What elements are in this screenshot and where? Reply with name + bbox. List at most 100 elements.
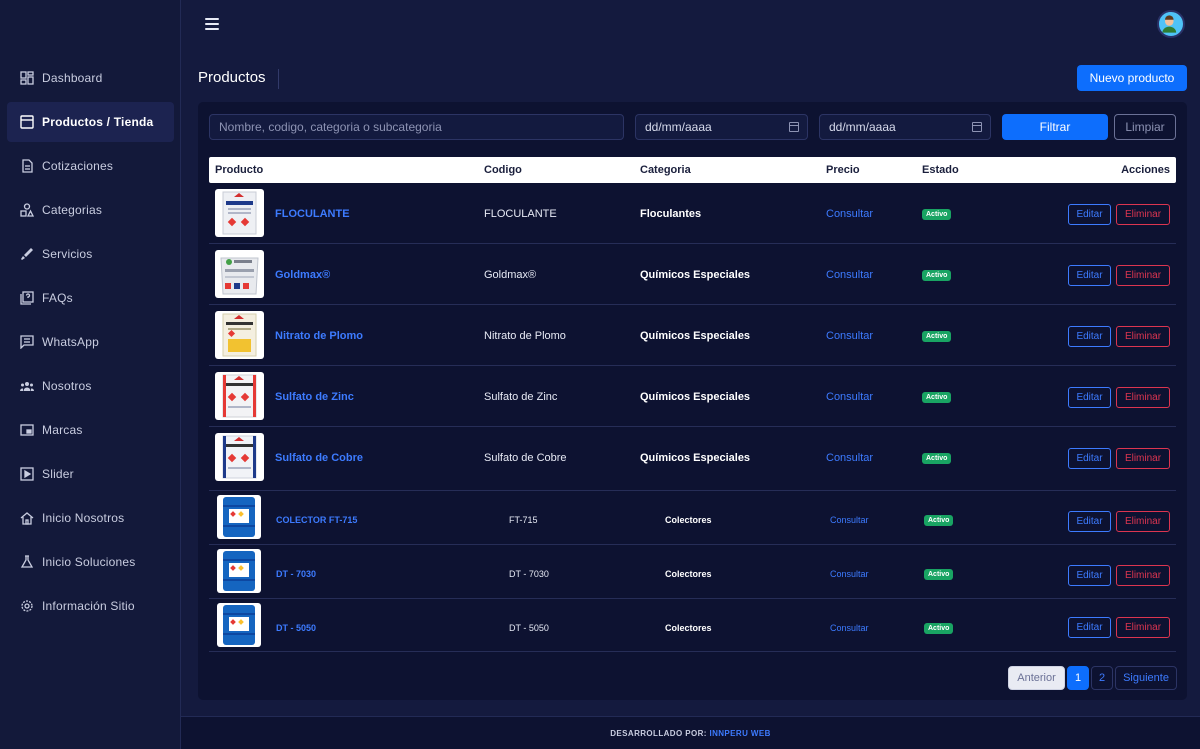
product-price-link[interactable]: Consultar [826,452,873,464]
date-to-field[interactable]: dd/mm/aaaa [819,114,991,140]
delete-button[interactable]: Eliminar [1116,617,1170,638]
table-row: Sulfato de Cobre Sulfato de Cobre Químic… [209,427,1176,491]
sidebar-item-inicio-nosotros[interactable]: Inicio Nosotros [7,498,174,538]
sidebar-item-inicio-soluciones[interactable]: Inicio Soluciones [7,542,174,582]
document-icon [19,158,35,174]
shapes-icon [19,202,35,218]
product-price-link[interactable]: Consultar [826,208,873,220]
status-badge: Activo [922,270,952,281]
product-name-link[interactable]: COLECTOR FT-715 [276,515,357,525]
product-thumbnail[interactable] [215,311,264,359]
product-thumbnail[interactable] [217,549,261,593]
sidebar-item-marcas[interactable]: Marcas [7,410,174,450]
dashboard-icon [19,70,35,86]
store-icon [19,114,35,130]
table-header: Producto Codigo Categoria Precio Estado … [209,157,1176,183]
sidebar-item-informacion-sitio[interactable]: Información Sitio [7,586,174,626]
edit-button[interactable]: Editar [1068,565,1111,586]
table-row: COLECTOR FT-715 FT-715 Colectores Consul… [209,491,1176,545]
product-price-link[interactable]: Consultar [830,515,869,525]
delete-button[interactable]: Eliminar [1116,326,1170,347]
sidebar-item-productos[interactable]: Productos / Tienda [7,102,174,142]
status-badge: Activo [924,515,954,526]
product-thumbnail[interactable] [215,189,264,237]
product-category: Químicos Especiales [640,269,751,281]
sidebar-nav: Dashboard Productos / Tienda Cotizacione… [7,58,174,630]
column-header-actions: Acciones [1121,164,1170,176]
product-name-link[interactable]: Sulfato de Zinc [275,391,354,403]
edit-button[interactable]: Editar [1068,204,1111,225]
calendar-icon[interactable] [972,122,982,132]
pagination-next-button[interactable]: Siguiente [1115,666,1177,690]
sidebar-item-label: Productos / Tienda [42,115,154,129]
edit-button[interactable]: Editar [1068,265,1111,286]
product-price-link[interactable]: Consultar [826,269,873,281]
menu-toggle-icon[interactable] [205,14,225,34]
status-badge: Activo [922,453,952,464]
product-name-link[interactable]: Goldmax® [275,269,330,281]
product-thumbnail[interactable] [215,250,264,298]
table-row: Sulfato de Zinc Sulfato de Zinc Químicos… [209,366,1176,427]
sidebar-item-whatsapp[interactable]: WhatsApp [7,322,174,362]
table-row: FLOCULANTE FLOCULANTE Floculantes Consul… [209,183,1176,244]
help-book-icon [19,290,35,306]
product-category: Floculantes [640,208,702,220]
new-product-button[interactable]: Nuevo producto [1077,65,1187,91]
sidebar-item-cotizaciones[interactable]: Cotizaciones [7,146,174,186]
pagination-page-1[interactable]: 1 [1067,666,1089,690]
sidebar-item-label: Servicios [42,247,93,261]
sidebar-item-label: Inicio Soluciones [42,555,136,569]
product-name-link[interactable]: DT - 7030 [276,569,316,579]
calendar-icon[interactable] [789,122,799,132]
product-price-link[interactable]: Consultar [830,623,869,633]
delete-button[interactable]: Eliminar [1116,565,1170,586]
pagination-page-2[interactable]: 2 [1091,666,1113,690]
product-thumbnail[interactable] [217,603,261,647]
product-category: Colectores [665,623,712,633]
filter-button[interactable]: Filtrar [1002,114,1108,140]
edit-button[interactable]: Editar [1068,617,1111,638]
delete-button[interactable]: Eliminar [1116,387,1170,408]
sidebar-item-faqs[interactable]: FAQs [7,278,174,318]
edit-button[interactable]: Editar [1068,448,1111,469]
play-icon [19,466,35,482]
sidebar-item-categorias[interactable]: Categorias [7,190,174,230]
product-thumbnail[interactable] [215,372,264,420]
edit-button[interactable]: Editar [1068,326,1111,347]
product-thumbnail[interactable] [215,433,264,481]
product-code: Goldmax® [484,269,537,281]
product-name-link[interactable]: DT - 5050 [276,623,316,633]
sidebar-item-nosotros[interactable]: Nosotros [7,366,174,406]
sidebar-item-label: Dashboard [42,71,103,85]
column-header-status: Estado [922,164,959,176]
sidebar-item-slider[interactable]: Slider [7,454,174,494]
product-name-link[interactable]: Sulfato de Cobre [275,452,363,464]
table-row: Goldmax® Goldmax® Químicos Especiales Co… [209,244,1176,305]
product-name-link[interactable]: Nitrato de Plomo [275,330,363,342]
clear-button[interactable]: Limpiar [1114,114,1176,140]
tools-icon [19,246,35,262]
sidebar-item-dashboard[interactable]: Dashboard [7,58,174,98]
footer-link[interactable]: INNPERU WEB [709,729,770,738]
edit-button[interactable]: Editar [1068,511,1111,532]
delete-button[interactable]: Eliminar [1116,448,1170,469]
date-from-value: dd/mm/aaaa [645,120,712,134]
people-icon [19,378,35,394]
sidebar: Dashboard Productos / Tienda Cotizacione… [0,0,181,749]
sidebar-item-servicios[interactable]: Servicios [7,234,174,274]
avatar[interactable] [1157,10,1185,38]
search-input[interactable]: Nombre, codigo, categoria o subcategoria [209,114,624,140]
delete-button[interactable]: Eliminar [1116,204,1170,225]
product-price-link[interactable]: Consultar [826,391,873,403]
delete-button[interactable]: Eliminar [1116,511,1170,532]
footer-text: DESARROLLADO POR: [610,729,707,738]
product-price-link[interactable]: Consultar [830,569,869,579]
product-thumbnail[interactable] [217,495,261,539]
date-from-field[interactable]: dd/mm/aaaa [635,114,808,140]
edit-button[interactable]: Editar [1068,387,1111,408]
product-name-link[interactable]: FLOCULANTE [275,208,350,220]
pagination-prev-button[interactable]: Anterior [1008,666,1065,690]
gear-icon [19,598,35,614]
product-price-link[interactable]: Consultar [826,330,873,342]
delete-button[interactable]: Eliminar [1116,265,1170,286]
